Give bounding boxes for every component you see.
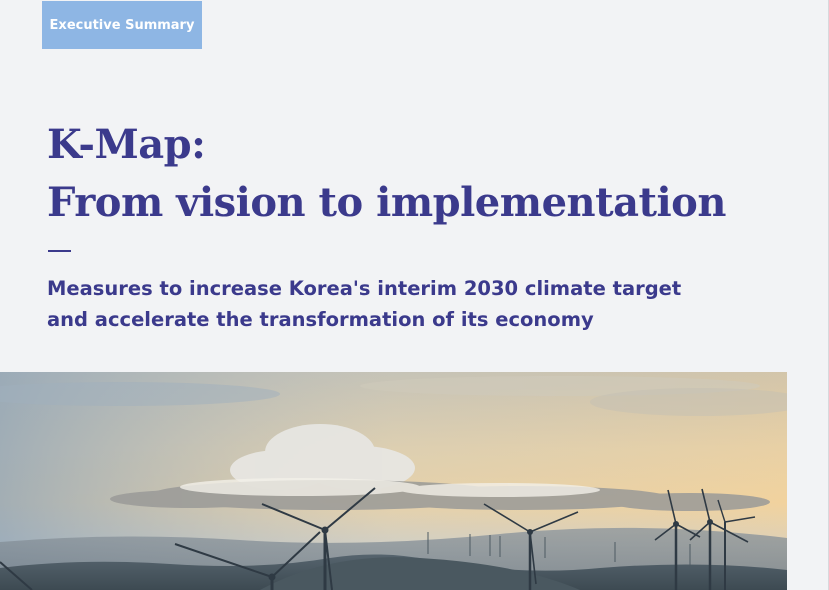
subtitle-line-2: and accelerate the transformation of its… (47, 308, 594, 331)
title-line-1: K-Map: (47, 121, 206, 168)
subtitle-line-1: Measures to increase Korea's interim 203… (47, 277, 682, 300)
wind-turbines-photo (0, 372, 787, 590)
document-page: Executive Summary K-Map: From vision to … (0, 0, 829, 590)
section-tag: Executive Summary (42, 1, 202, 49)
hero-photo (0, 372, 787, 590)
page-subtitle: Measures to increase Korea's interim 203… (47, 273, 681, 335)
title-divider (48, 250, 71, 252)
page-title: K-Map: From vision to implementation (47, 116, 726, 232)
title-line-2: From vision to implementation (47, 179, 726, 226)
section-tag-label: Executive Summary (49, 17, 195, 33)
